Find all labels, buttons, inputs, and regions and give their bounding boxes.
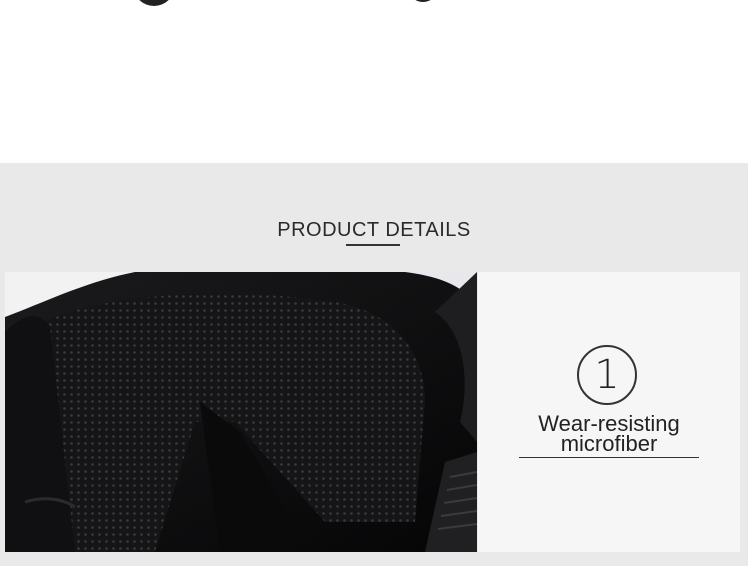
section-heading: PRODUCT DETAILS [277, 219, 471, 241]
top-product-image-strip [0, 0, 748, 163]
feature-number-badge: 1 [577, 345, 637, 405]
glove-closeup-photo [5, 272, 477, 552]
glove-edge-image [408, 0, 438, 2]
feature-underline [519, 457, 699, 458]
feature-title: Wear-resisting microfiber [478, 413, 740, 456]
heading-underline [346, 244, 400, 246]
feature-panel: 1 Wear-resisting microfiber [478, 272, 740, 552]
product-details-section: PRODUCT DETAILS 1 Wear-resisting microfi… [0, 163, 748, 566]
glove-edge-image [133, 0, 175, 6]
feature-title-line: microfiber [560, 431, 658, 456]
